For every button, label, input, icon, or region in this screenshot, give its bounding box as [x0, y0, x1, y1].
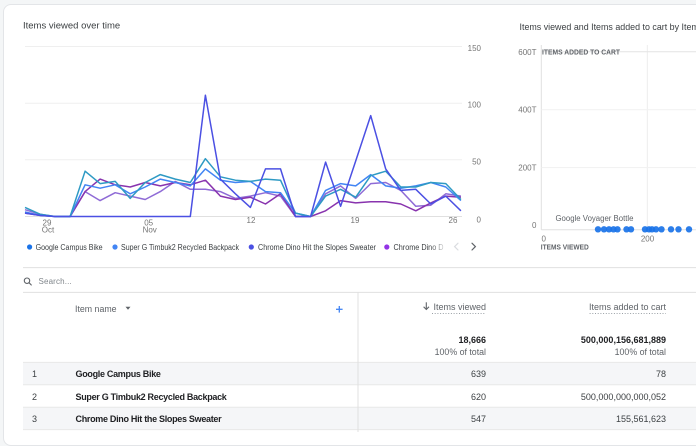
svg-text:200T: 200T [518, 164, 536, 173]
svg-text:0: 0 [542, 235, 547, 244]
svg-text:Google Voyager Bottle: Google Voyager Bottle [556, 214, 635, 223]
svg-text:Chrome Dino Hit the Slopes Swe: Chrome Dino Hit the Slopes Sweater [258, 243, 376, 252]
svg-text:50: 50 [472, 157, 481, 166]
svg-text:ITEMS ADDED TO CART: ITEMS ADDED TO CART [542, 50, 621, 57]
svg-text:0: 0 [477, 215, 482, 224]
svg-text:19: 19 [351, 216, 360, 225]
svg-text:100: 100 [468, 101, 482, 110]
svg-text:Nov: Nov [143, 226, 157, 235]
svg-text:150: 150 [468, 44, 482, 53]
svg-text:Oct: Oct [42, 226, 55, 235]
svg-text:Super G Timbuk2 Recycled Backp: Super G Timbuk2 Recycled Backpack [121, 243, 240, 252]
svg-text:Items viewed and Items added t: Items viewed and Items added to cart by … [520, 22, 696, 33]
svg-text:400T: 400T [518, 106, 536, 115]
svg-text:0: 0 [532, 221, 537, 230]
svg-text:200: 200 [641, 235, 655, 244]
svg-text:12: 12 [247, 216, 256, 225]
svg-text:Google Campus Bike: Google Campus Bike [36, 243, 103, 252]
svg-text:600T: 600T [518, 48, 536, 57]
svg-text:ITEMS VIEWED: ITEMS VIEWED [541, 245, 589, 252]
svg-text:Items viewed over time: Items viewed over time [23, 21, 120, 32]
svg-text:26: 26 [449, 216, 458, 225]
